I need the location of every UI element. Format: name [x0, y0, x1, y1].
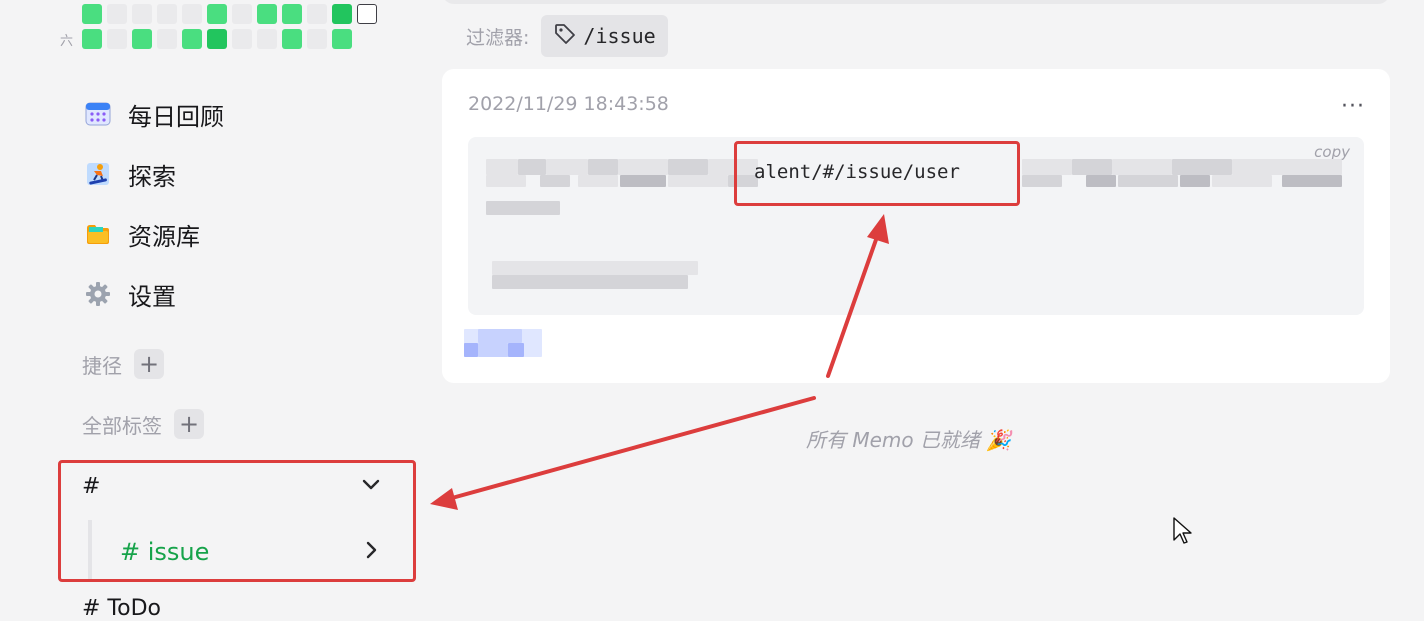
mouse-cursor-icon	[1172, 516, 1194, 550]
heatmap-cell[interactable]	[82, 4, 102, 24]
nav-settings[interactable]: 设置	[84, 274, 176, 314]
tags-header: 全部标签 +	[82, 409, 204, 439]
heatmap-cell[interactable]	[332, 29, 352, 49]
filter-value: /issue	[583, 24, 656, 48]
heatmap-cell[interactable]	[157, 29, 177, 49]
tag-icon	[553, 22, 577, 50]
sidebar: · 六 每日回顾	[0, 0, 440, 621]
add-tag-button[interactable]: +	[174, 409, 204, 439]
heatmap-cell[interactable]	[107, 29, 127, 49]
heatmap-row-saturday: 六	[60, 28, 382, 50]
memo-tag-link[interactable]	[464, 329, 542, 357]
heatmap-cell[interactable]	[182, 29, 202, 49]
nav-settings-label: 设置	[128, 282, 176, 311]
more-options-icon[interactable]: ···	[1338, 93, 1368, 119]
heatmap-row-top: ·	[60, 3, 382, 25]
heatmap-cell[interactable]	[282, 4, 302, 24]
heatmap-cell[interactable]	[207, 4, 227, 24]
shortcuts-title: 捷径	[82, 353, 122, 378]
tag-item-todo[interactable]: # ToDo	[82, 596, 161, 621]
nav-resources[interactable]: 资源库	[84, 214, 200, 254]
heatmap-cell[interactable]	[82, 29, 102, 49]
heatmap-cell[interactable]	[257, 4, 277, 24]
heatmap-cell[interactable]	[232, 29, 252, 49]
all-loaded-status: 所有 Memo 已就绪 🎉	[806, 428, 1012, 452]
annotation-box-tags	[58, 460, 416, 582]
filter-bar: 过滤器: /issue	[466, 14, 668, 58]
heatmap-cell[interactable]	[357, 4, 377, 24]
heatmap-cell[interactable]	[207, 29, 227, 49]
heatmap-cell[interactable]	[232, 4, 252, 24]
usage-heatmap: · 六	[60, 3, 382, 53]
nav-explore-label: 探索	[128, 162, 176, 191]
nav-daily-review-label: 每日回顾	[128, 102, 224, 131]
filter-chip[interactable]: /issue	[541, 15, 668, 57]
shortcuts-header: 捷径 +	[82, 349, 164, 379]
heatmap-cell[interactable]	[307, 4, 327, 24]
calendar-icon	[84, 100, 112, 128]
filter-label: 过滤器:	[466, 26, 530, 49]
heatmap-cell[interactable]	[157, 4, 177, 24]
memo-card: 2022/11/29 18:43:58 ··· copy alent/#/iss…	[442, 69, 1390, 383]
heatmap-cell[interactable]	[107, 4, 127, 24]
snowboarder-icon	[84, 160, 112, 188]
memo-timestamp: 2022/11/29 18:43:58	[468, 93, 669, 115]
heatmap-cell[interactable]	[332, 4, 352, 24]
folder-icon	[84, 220, 112, 248]
add-shortcut-button[interactable]: +	[134, 349, 164, 379]
nav-daily-review[interactable]: 每日回顾	[84, 94, 224, 134]
heatmap-day-label: 六	[60, 33, 74, 49]
gear-icon	[84, 280, 112, 308]
editor-bottom-edge	[442, 0, 1390, 4]
heatmap-cell[interactable]	[257, 29, 277, 49]
heatmap-cell[interactable]	[282, 29, 302, 49]
heatmap-cell[interactable]	[182, 4, 202, 24]
nav-explore[interactable]: 探索	[84, 154, 176, 194]
tags-title: 全部标签	[82, 413, 162, 438]
nav-resources-label: 资源库	[128, 222, 200, 251]
heatmap-cell[interactable]	[132, 29, 152, 49]
heatmap-cell[interactable]	[132, 4, 152, 24]
heatmap-cell[interactable]	[307, 29, 327, 49]
annotation-box-url	[734, 141, 1020, 206]
